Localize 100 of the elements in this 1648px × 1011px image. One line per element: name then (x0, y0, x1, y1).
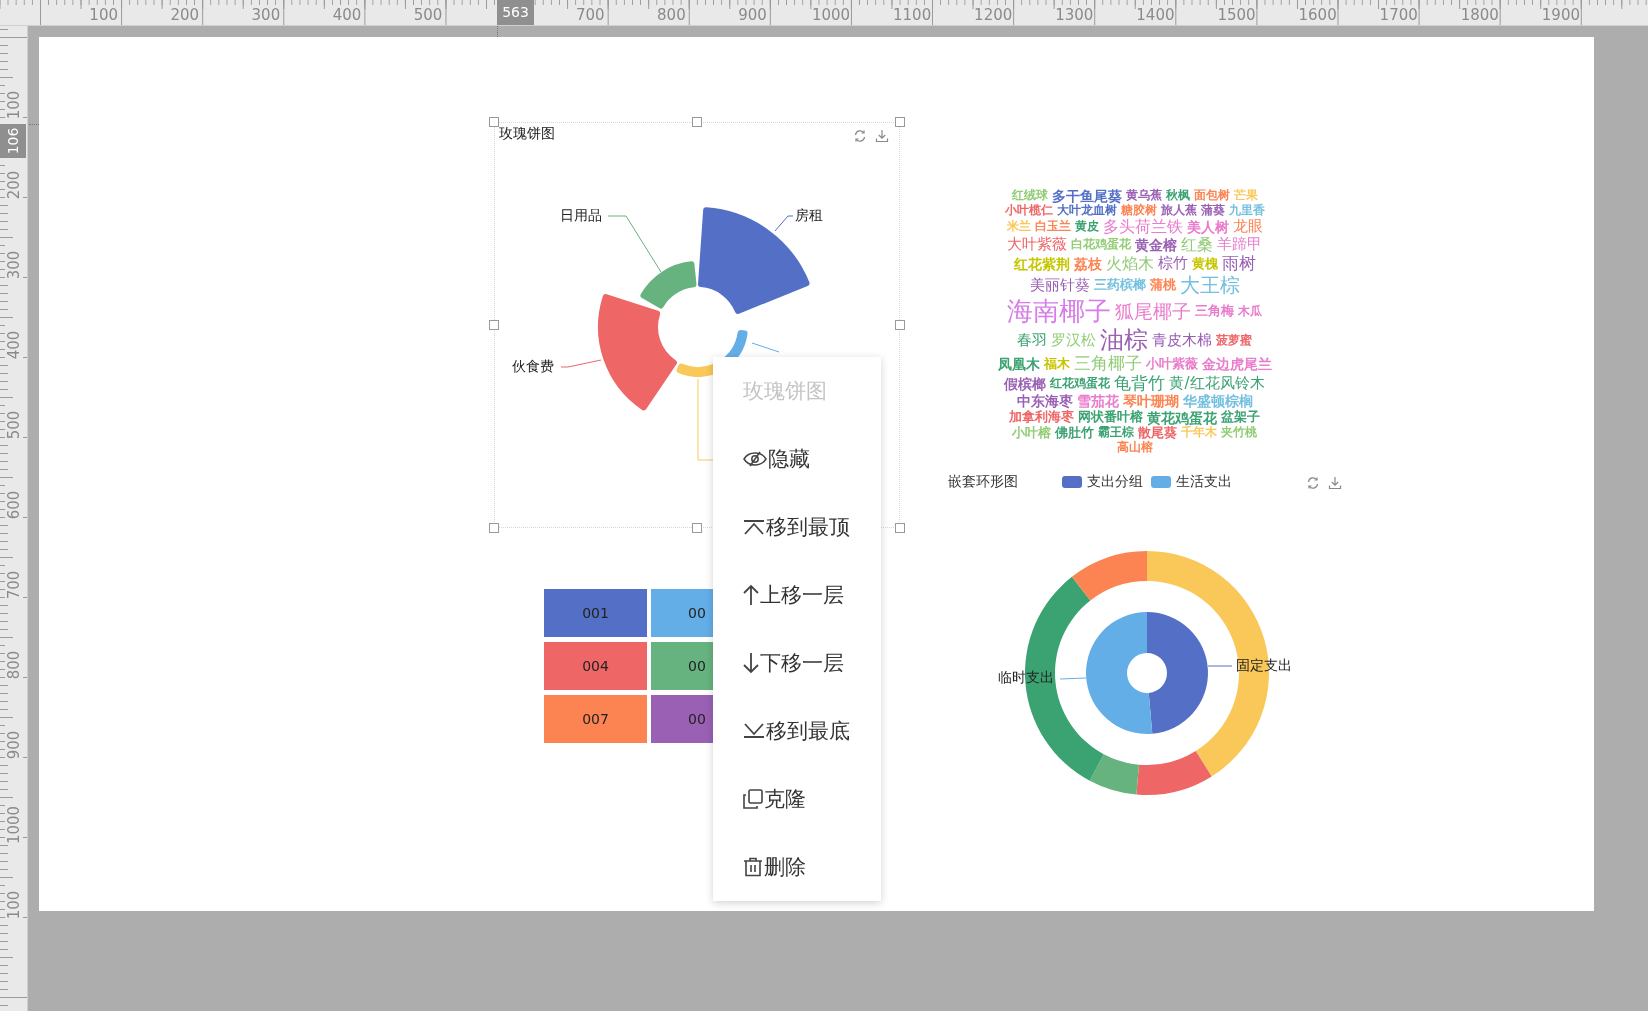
refresh-icon[interactable] (1306, 476, 1320, 490)
cloud-word: 凤凰木 (997, 356, 1040, 373)
download-icon[interactable] (1328, 476, 1342, 490)
slice-label: 伙食费 (512, 358, 554, 376)
cloud-word: 羊蹄甲 (1217, 236, 1262, 254)
cloud-word: 木瓜 (1238, 304, 1262, 319)
cloud-word: 荔枝 (1073, 256, 1102, 273)
cloud-word: 火焰木 (1105, 254, 1154, 274)
cloud-word: 美丽针葵 (1029, 276, 1090, 294)
cloud-word: 黄槐 (1191, 256, 1218, 272)
resize-handle[interactable] (692, 523, 702, 533)
slice-label: 房租 (795, 207, 823, 225)
cloud-word: 雪茄花 (1076, 393, 1119, 410)
chart-title: 玫瑰饼图 (499, 125, 555, 143)
eye-slash-icon (743, 451, 767, 467)
resize-handle[interactable] (489, 523, 499, 533)
cloud-word: 盆架子 (1221, 410, 1260, 426)
leader-line (560, 359, 602, 368)
cloud-word: 罗汉松 (1051, 331, 1096, 350)
cloud-word: 三角梅 (1195, 304, 1234, 320)
cloud-word: 假槟榔 (1004, 375, 1047, 392)
legend-swatch[interactable] (1151, 476, 1171, 488)
slice-label: 日用品 (560, 207, 602, 225)
cloud-word: 白玉兰 (1034, 219, 1071, 234)
menu-item[interactable]: 删除 (713, 833, 881, 901)
cloud-word: 华盛顿棕榈 (1182, 393, 1253, 410)
menu-item[interactable]: 下移一层 (713, 629, 881, 697)
cloud-word: 霸王棕 (1098, 426, 1134, 440)
cloud-word: 糖胶树 (1120, 203, 1157, 218)
leader-line (1059, 677, 1087, 680)
move-bottom-icon (743, 723, 765, 739)
cloud-word: 美人树 (1186, 218, 1229, 235)
table-cell: 007 (544, 695, 647, 743)
ruler-label: 1000 (5, 805, 23, 845)
menu-title: 玫瑰饼图 (742, 378, 828, 405)
cloud-word: 佛肚竹 (1055, 425, 1094, 441)
leader-line (607, 215, 662, 273)
cloud-word: 千年木 (1181, 426, 1217, 440)
cloud-word: 雨树 (1221, 254, 1256, 274)
table-cell: 00 (651, 589, 713, 637)
menu-item[interactable]: 移到最底 (713, 697, 881, 765)
cloud-word: 大叶紫薇 (1007, 236, 1067, 254)
cloud-word: 白花鸡蛋花 (1071, 238, 1131, 252)
cloud-word: 蒲葵 (1200, 203, 1225, 218)
cloud-word: 红花鸡蛋花 (1050, 376, 1111, 391)
cloud-word: 棕竹 (1157, 255, 1188, 273)
resize-handle[interactable] (489, 117, 499, 127)
leader-line (1207, 665, 1233, 667)
cloud-word: 红花紫荆 (1013, 256, 1070, 273)
resize-handle[interactable] (489, 320, 499, 330)
table-cell: 004 (544, 642, 647, 690)
cloud-word: 秋枫 (1165, 188, 1190, 203)
cloud-word: 多头荷兰铁 (1102, 217, 1183, 236)
arrow-down-icon (743, 652, 759, 674)
legend-label[interactable]: 支出分组 (1087, 473, 1143, 491)
menu-item[interactable]: 隐藏 (713, 425, 881, 493)
leader-line (751, 342, 780, 353)
table-cell: 00 (651, 695, 713, 743)
position-marker: 106 (0, 124, 26, 158)
resize-handle[interactable] (895, 320, 905, 330)
menu-item[interactable]: 上移一层 (713, 561, 881, 629)
cloud-word: 黄金榕 (1135, 237, 1177, 254)
cloud-word: 大叶龙血树 (1056, 203, 1117, 218)
cloud-word: 琴叶珊瑚 (1122, 393, 1179, 410)
legend-label[interactable]: 生活支出 (1176, 473, 1232, 491)
cloud-word: 三角椰子 (1073, 354, 1142, 374)
refresh-icon[interactable] (853, 129, 867, 143)
cloud-word: 蒲桃 (1149, 277, 1176, 293)
resize-handle[interactable] (895, 117, 905, 127)
position-marker: 563 (497, 0, 534, 25)
cloud-word: 加拿利海枣 (1009, 410, 1074, 426)
cloud-word: 金边虎尾兰 (1201, 356, 1272, 373)
cloud-word: 芒果 (1233, 188, 1258, 203)
table-cell: 001 (544, 589, 647, 637)
cloud-word: 菠萝蜜 (1216, 333, 1252, 348)
menu-item[interactable]: 克隆 (713, 765, 881, 833)
cloud-word: 红绒球 (1011, 188, 1048, 202)
legend-swatch[interactable] (1062, 476, 1082, 488)
cloud-word: 春羽 (1017, 331, 1047, 350)
cloud-word: 龙眼 (1232, 218, 1263, 236)
cloud-word: 黄花鸡蛋花 (1147, 409, 1217, 426)
cloud-word: 龟背竹 (1114, 373, 1166, 394)
table-cell: 00 (651, 642, 713, 690)
cloud-word: 网状番叶榕 (1078, 410, 1143, 425)
cloud-word: 福木 (1043, 356, 1070, 372)
cloud-word: 狐尾椰子 (1115, 300, 1191, 323)
arrow-up-icon (743, 584, 759, 606)
cloud-word: 中东海枣 (1016, 393, 1073, 410)
chart-title: 嵌套环形图 (948, 473, 1018, 491)
move-top-icon (743, 519, 765, 535)
cloud-word: 面包树 (1193, 188, 1230, 203)
trash-icon (743, 857, 763, 877)
download-icon[interactable] (875, 129, 889, 143)
cloud-word: 大王棕 (1179, 273, 1240, 297)
resize-handle[interactable] (692, 117, 702, 127)
cloud-word: 黄/红花风铃木 (1169, 375, 1265, 393)
resize-handle[interactable] (895, 523, 905, 533)
leader-line (774, 215, 794, 232)
clone-icon (743, 789, 763, 809)
cloud-word: 多干鱼尾葵 (1051, 187, 1122, 204)
